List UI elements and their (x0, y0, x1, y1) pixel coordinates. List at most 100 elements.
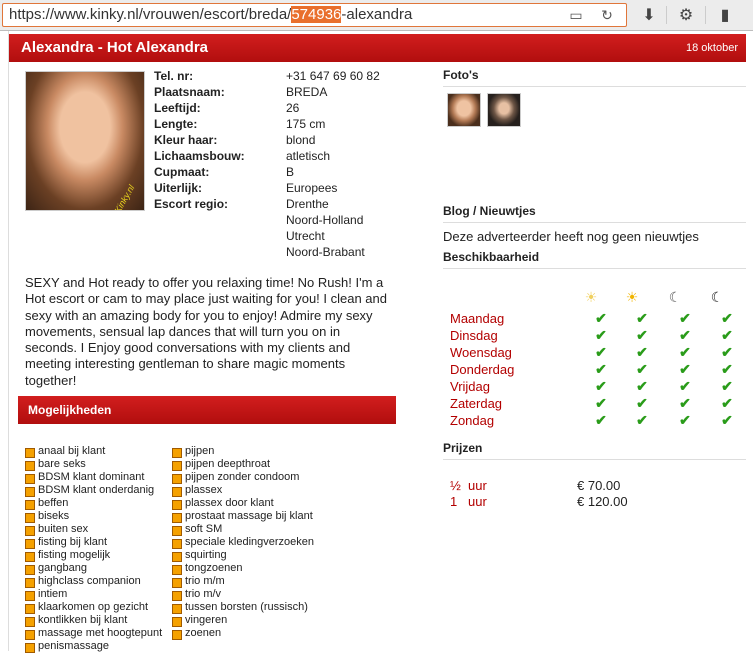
option-item: penismassage (24, 640, 162, 653)
day-label: Zaterdag (450, 396, 503, 411)
price-amount: € 120.00 (577, 494, 628, 509)
option-item: BDSM klant dominant (24, 471, 162, 484)
profile-photo[interactable]: Kinky.nl (25, 71, 145, 211)
profile-value: +31 647 69 60 82 (286, 69, 380, 83)
option-item: squirting (171, 549, 314, 562)
option-item: trio m/m (171, 575, 314, 588)
option-item: pijpen zonder condoom (171, 471, 314, 484)
option-item: trio m/v (171, 588, 314, 601)
price-qty: ½ (450, 478, 461, 493)
download-icon[interactable]: ⬇ (637, 5, 661, 27)
day-label: Dinsdag (450, 328, 498, 343)
option-item: tussen borsten (russisch) (171, 601, 314, 614)
check-icon: ✔ (679, 344, 691, 360)
profile-label: Kleur haar: (154, 133, 218, 147)
day-label: Vrijdag (450, 379, 490, 394)
profile-label: Uiterlijk: (154, 181, 203, 195)
moon-icon: ☾ (668, 289, 682, 305)
option-item: pijpen (171, 445, 314, 458)
check-icon: ✔ (595, 344, 607, 360)
price-amount: € 70.00 (577, 478, 621, 493)
price-unit: uur (468, 478, 487, 493)
battery-icon[interactable]: ▮ (713, 5, 737, 27)
extension-icon[interactable]: ⚙ (674, 5, 698, 27)
check-icon: ✔ (679, 327, 691, 343)
option-item: massage met hoogtepunt (24, 627, 162, 640)
check-icon: ✔ (721, 361, 733, 377)
check-icon: ✔ (679, 310, 691, 326)
option-item: gangbang (24, 562, 162, 575)
day-label: Woensdag (450, 345, 512, 360)
blog-text: Deze adverteerder heeft nog geen nieuwtj… (443, 229, 699, 244)
option-item: klaarkomen op gezicht (24, 601, 162, 614)
availability-heading: Beschikbaarheid (443, 250, 540, 264)
divider (443, 459, 746, 460)
option-item: soft SM (171, 523, 314, 536)
option-item: prostaat massage bij klant (171, 510, 314, 523)
profile-value: 175 cm (286, 117, 326, 131)
option-item: pijpen deepthroat (171, 458, 314, 471)
check-icon: ✔ (721, 327, 733, 343)
profile-value: Drenthe (286, 197, 329, 211)
day-label: Maandag (450, 311, 505, 326)
url-prefix: https://www.kinky.nl/vrouwen/escort/bred… (9, 6, 292, 23)
check-icon: ✔ (679, 361, 691, 377)
check-icon: ✔ (595, 310, 607, 326)
profile-value: Noord-Brabant (286, 245, 365, 259)
check-icon: ✔ (721, 395, 733, 411)
check-icon: ✔ (595, 378, 607, 394)
sunrise-icon: ☀ (584, 289, 598, 305)
options-column-2: pijpen pijpen deepthroat pijpen zonder con… (171, 445, 314, 640)
prices-heading: Prijzen (443, 441, 483, 455)
profile-page: Alexandra - Hot Alexandra 18 oktober Kin… (8, 31, 753, 653)
option-item: biseks (24, 510, 162, 523)
profile-label: Tel. nr: (154, 69, 194, 83)
url-bar[interactable]: https://www.kinky.nl/vrouwen/escort/bred… (2, 3, 627, 27)
url-suffix: -alexandra (341, 6, 413, 23)
profile-label: Lengte: (154, 117, 198, 131)
photo-thumbnail-2[interactable] (487, 93, 521, 127)
divider (443, 86, 746, 87)
browser-toolbar: https://www.kinky.nl/vrouwen/escort/bred… (0, 0, 753, 31)
option-item: plassex door klant (171, 497, 314, 510)
check-icon: ✔ (595, 361, 607, 377)
check-icon: ✔ (721, 344, 733, 360)
option-item: bare seks (24, 458, 162, 471)
option-item: tongzoenen (171, 562, 314, 575)
check-icon: ✔ (595, 327, 607, 343)
check-icon: ✔ (679, 395, 691, 411)
profile-description: SEXY and Hot ready to offer you relaxing… (25, 275, 388, 388)
profile-label: Cupmaat: (154, 165, 210, 179)
price-unit: uur (468, 494, 487, 509)
check-icon: ✔ (636, 395, 648, 411)
check-icon: ✔ (636, 361, 648, 377)
profile-label: Escort regio: (154, 197, 229, 211)
sun-icon: ☀ (625, 289, 639, 305)
profile-label: Plaatsnaam: (154, 85, 225, 99)
page-title: Alexandra - Hot Alexandra (21, 39, 208, 56)
profile-value: Utrecht (286, 229, 325, 243)
profile-title-bar: Alexandra - Hot Alexandra 18 oktober (9, 34, 746, 62)
photo-thumbnail-1[interactable] (447, 93, 481, 127)
check-icon: ✔ (721, 412, 733, 428)
mogelijkheden-header: Mogelijkheden (18, 396, 396, 424)
profile-value: Noord-Holland (286, 213, 364, 227)
reader-view-icon[interactable]: ▭ (565, 4, 587, 26)
check-icon: ✔ (721, 310, 733, 326)
option-item: fisting bij klant (24, 536, 162, 549)
post-date: 18 oktober (686, 42, 738, 54)
price-qty: 1 (450, 494, 458, 509)
reload-icon[interactable]: ↻ (596, 4, 618, 26)
divider (443, 222, 746, 223)
options-column-1: anaal bij klant bare seks BDSM klant domin… (24, 445, 162, 653)
check-icon: ✔ (595, 412, 607, 428)
divider (443, 268, 746, 269)
profile-value: atletisch (286, 149, 331, 163)
watermark: Kinky.nl (112, 183, 137, 211)
toolbar-divider (705, 6, 706, 24)
option-item: anaal bij klant (24, 445, 162, 458)
profile-value: blond (286, 133, 316, 147)
option-item: speciale kledingverzoeken (171, 536, 314, 549)
profile-value: Europees (286, 181, 338, 195)
option-item: vingeren (171, 614, 314, 627)
